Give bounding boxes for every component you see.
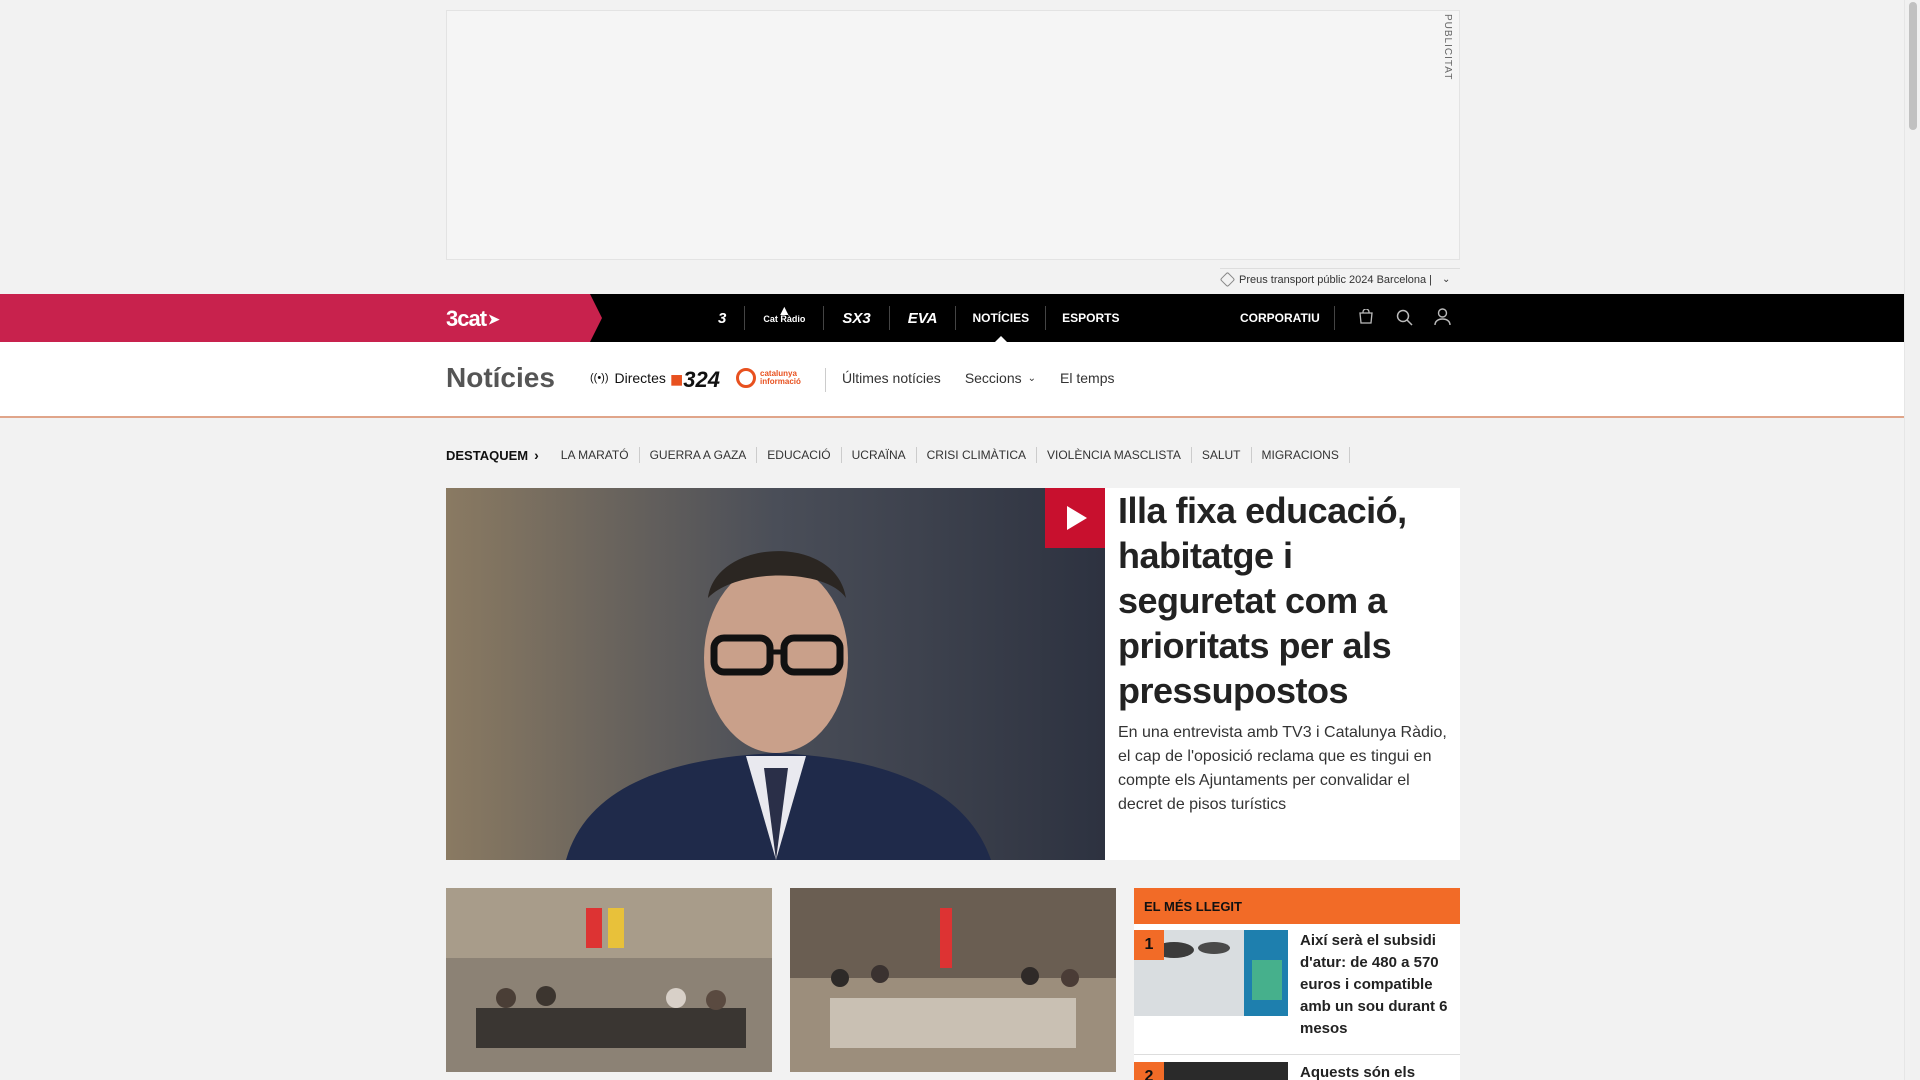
most-read-rank: 1 [1134, 930, 1164, 960]
channel-catradio[interactable]: ▲ Cat Ràdio [745, 303, 825, 330]
destaquem-bar: DESTAQUEM › LA MARATÓ GUERRA A GAZA EDUC… [446, 440, 1350, 470]
article-card-image[interactable] [790, 888, 1116, 1072]
destaquem-label[interactable]: DESTAQUEM › [446, 447, 551, 463]
logo-catalunya-informacio[interactable]: catalunya informació [736, 368, 801, 388]
section-header: Notícies ((•)) Directes ■324 catalunya i… [0, 342, 1904, 418]
nav-corporatiu[interactable]: CORPORATIU [1240, 306, 1335, 330]
user-icon[interactable] [1432, 306, 1452, 328]
ad-label: PUBLICITAT [1442, 14, 1453, 81]
ad-banner[interactable] [446, 10, 1460, 260]
ad-tag-text: Preus transport públic 2024 Barcelona | [1239, 273, 1433, 286]
nav-esports[interactable]: ESPORTS [1046, 306, 1135, 330]
logo-324-mark: ■ [670, 367, 684, 392]
ad-region: PUBLICITAT Preus transport públic 2024 B… [0, 0, 1904, 294]
channel-list: 3 ▲ Cat Ràdio SX3 EVA NOTÍCIES ESPORTS [700, 294, 1135, 342]
destaquem-text: DESTAQUEM [446, 447, 529, 463]
most-read-thumbnail[interactable]: 1 [1134, 930, 1288, 1016]
destaquem-chip[interactable]: UCRAÏNA [842, 447, 917, 463]
destaquem-chip[interactable]: SALUT [1192, 447, 1252, 463]
hero-summary: En una entrevista amb TV3 i Catalunya Rà… [1118, 724, 1447, 813]
most-read-rank: 2 [1134, 1062, 1164, 1080]
seccions-label: Seccions [964, 370, 1022, 386]
play-icon [1067, 506, 1087, 530]
directes-label: Directes [614, 370, 666, 386]
scrollbar-thumb[interactable] [1909, 2, 1917, 130]
brand-arrow-icon: ➤ [488, 310, 500, 327]
channel-eva[interactable]: EVA [890, 306, 957, 330]
catalunya-informacio-icon [736, 368, 756, 388]
tag-icon [1219, 271, 1236, 288]
most-read-panel: EL MÉS LLEGIT 1 Així serà el subsidi d'a… [1134, 888, 1460, 1080]
most-read-item[interactable]: 1 Així serà el subsidi d'atur: de 480 a … [1134, 930, 1460, 1040]
most-read-title: EL MÉS LLEGIT [1134, 888, 1460, 924]
channel-sx3[interactable]: SX3 [824, 306, 890, 330]
destaquem-chip[interactable]: MIGRACIONS [1252, 447, 1350, 463]
hero-text: Illa fixa educació, habitatge i segureta… [1118, 488, 1448, 817]
nav-noticies[interactable]: NOTÍCIES [956, 306, 1047, 342]
top-navigation: 3cat ➤ 3 ▲ Cat Ràdio SX3 EVA NOTÍCIES ES… [0, 294, 1904, 342]
destaquem-chip[interactable]: GUERRA A GAZA [640, 447, 758, 463]
page-scrollbar[interactable] [1904, 0, 1920, 1080]
catradio-label: Cat Ràdio [763, 314, 806, 324]
brand-band [0, 294, 602, 342]
hero-title[interactable]: Illa fixa educació, habitatge i segureta… [1118, 488, 1448, 713]
logo-324[interactable]: ■324 [670, 367, 720, 393]
chevron-down-icon: ⌄ [1027, 372, 1037, 384]
logo-324-text: 324 [683, 367, 721, 392]
chevron-right-icon: › [534, 447, 539, 463]
most-read-headline[interactable]: Aquests són els preus [1300, 1062, 1460, 1080]
section-divider [825, 368, 826, 392]
chevron-down-icon: ⌄ [1442, 274, 1451, 285]
link-ultimes-noticies[interactable]: Últimes notícies [842, 370, 941, 386]
ad-tag[interactable]: Preus transport públic 2024 Barcelona | … [1219, 268, 1460, 290]
destaquem-chip[interactable]: LA MARATÓ [551, 447, 640, 463]
link-seccions[interactable]: Seccions ⌄ [965, 370, 1036, 386]
destaquem-chip[interactable]: EDUCACIÓ [757, 447, 842, 463]
channel-tv3[interactable]: 3 [700, 306, 746, 330]
most-read-item[interactable]: 2 Aquests són els preus [1134, 1062, 1460, 1080]
catalunya-informacio-text: catalunya informació [760, 370, 801, 386]
article-card-image[interactable] [446, 888, 772, 1072]
live-broadcast-icon: ((•)) [590, 372, 609, 384]
destaquem-chip[interactable]: VIOLÈNCIA MASCLISTA [1037, 447, 1192, 463]
hero-article[interactable]: Illa fixa educació, habitatge i segureta… [446, 488, 1460, 860]
brand-name: 3cat [446, 306, 487, 331]
most-read-separator [1134, 1054, 1460, 1055]
destaquem-chip[interactable]: CRISI CLIMÀTICA [917, 447, 1037, 463]
brand-logo[interactable]: 3cat ➤ [446, 306, 500, 332]
section-title[interactable]: Notícies [446, 362, 555, 394]
shop-icon[interactable] [1356, 306, 1376, 328]
hero-image[interactable] [446, 488, 1105, 860]
most-read-thumbnail[interactable]: 2 [1134, 1062, 1288, 1080]
nav-icon-group [1356, 306, 1452, 328]
catalunya-informacio-line2: informació [760, 377, 801, 386]
play-button[interactable] [1045, 488, 1105, 548]
section-links: Últimes notícies Seccions ⌄ El temps [842, 370, 1114, 386]
directes-link[interactable]: ((•)) Directes [590, 370, 666, 386]
link-el-temps[interactable]: El temps [1060, 370, 1114, 386]
most-read-headline[interactable]: Així serà el subsidi d'atur: de 480 a 57… [1300, 930, 1460, 1040]
search-icon[interactable] [1394, 306, 1414, 328]
